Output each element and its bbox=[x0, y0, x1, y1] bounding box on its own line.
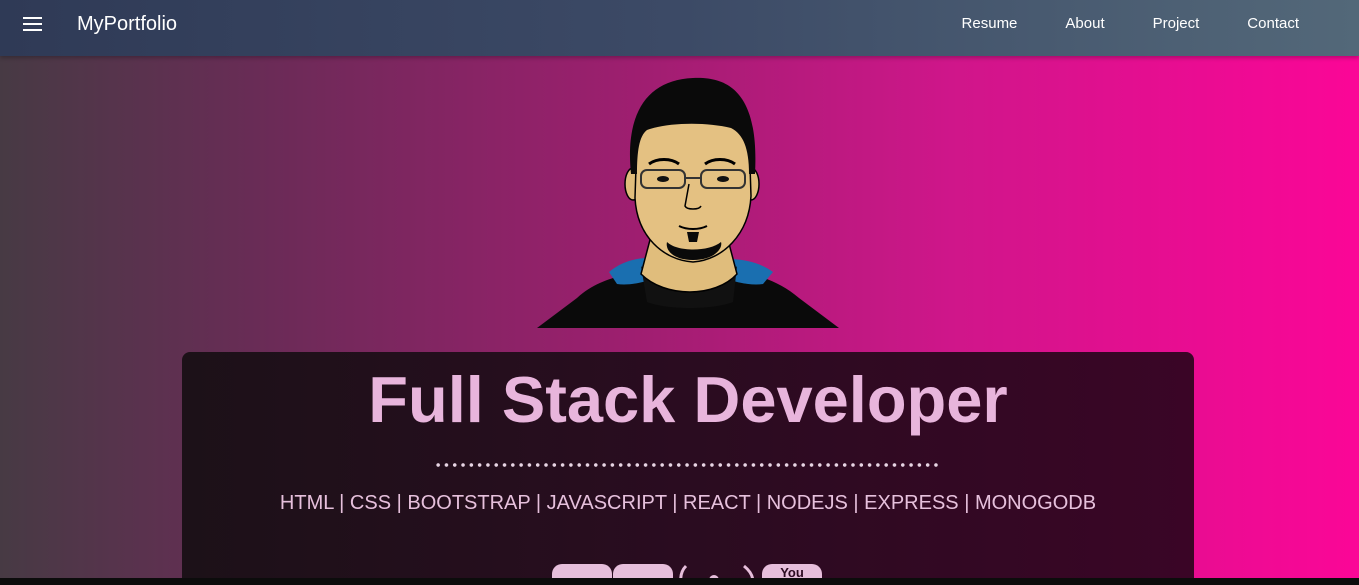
menu-icon[interactable] bbox=[22, 15, 44, 33]
hero-card: Full Stack Developer HTML | CSS | BOOTST… bbox=[182, 352, 1194, 585]
bottom-edge-bar bbox=[0, 578, 1359, 585]
dotted-divider bbox=[434, 462, 942, 468]
navbar: MyPortfolio Resume About Project Contact bbox=[0, 0, 1359, 56]
nav-links: Resume About Project Contact bbox=[938, 14, 1323, 34]
nav-link-project[interactable]: Project bbox=[1129, 14, 1224, 34]
nav-link-contact[interactable]: Contact bbox=[1223, 14, 1323, 34]
nav-link-resume[interactable]: Resume bbox=[938, 14, 1042, 34]
skills-list: HTML | CSS | BOOTSTRAP | JAVASCRIPT | RE… bbox=[279, 492, 1097, 514]
hero-title: Full Stack Developer bbox=[368, 363, 1008, 436]
avatar-illustration bbox=[537, 77, 839, 328]
nav-link-about[interactable]: About bbox=[1041, 14, 1128, 34]
brand-link[interactable]: MyPortfolio bbox=[77, 12, 177, 36]
